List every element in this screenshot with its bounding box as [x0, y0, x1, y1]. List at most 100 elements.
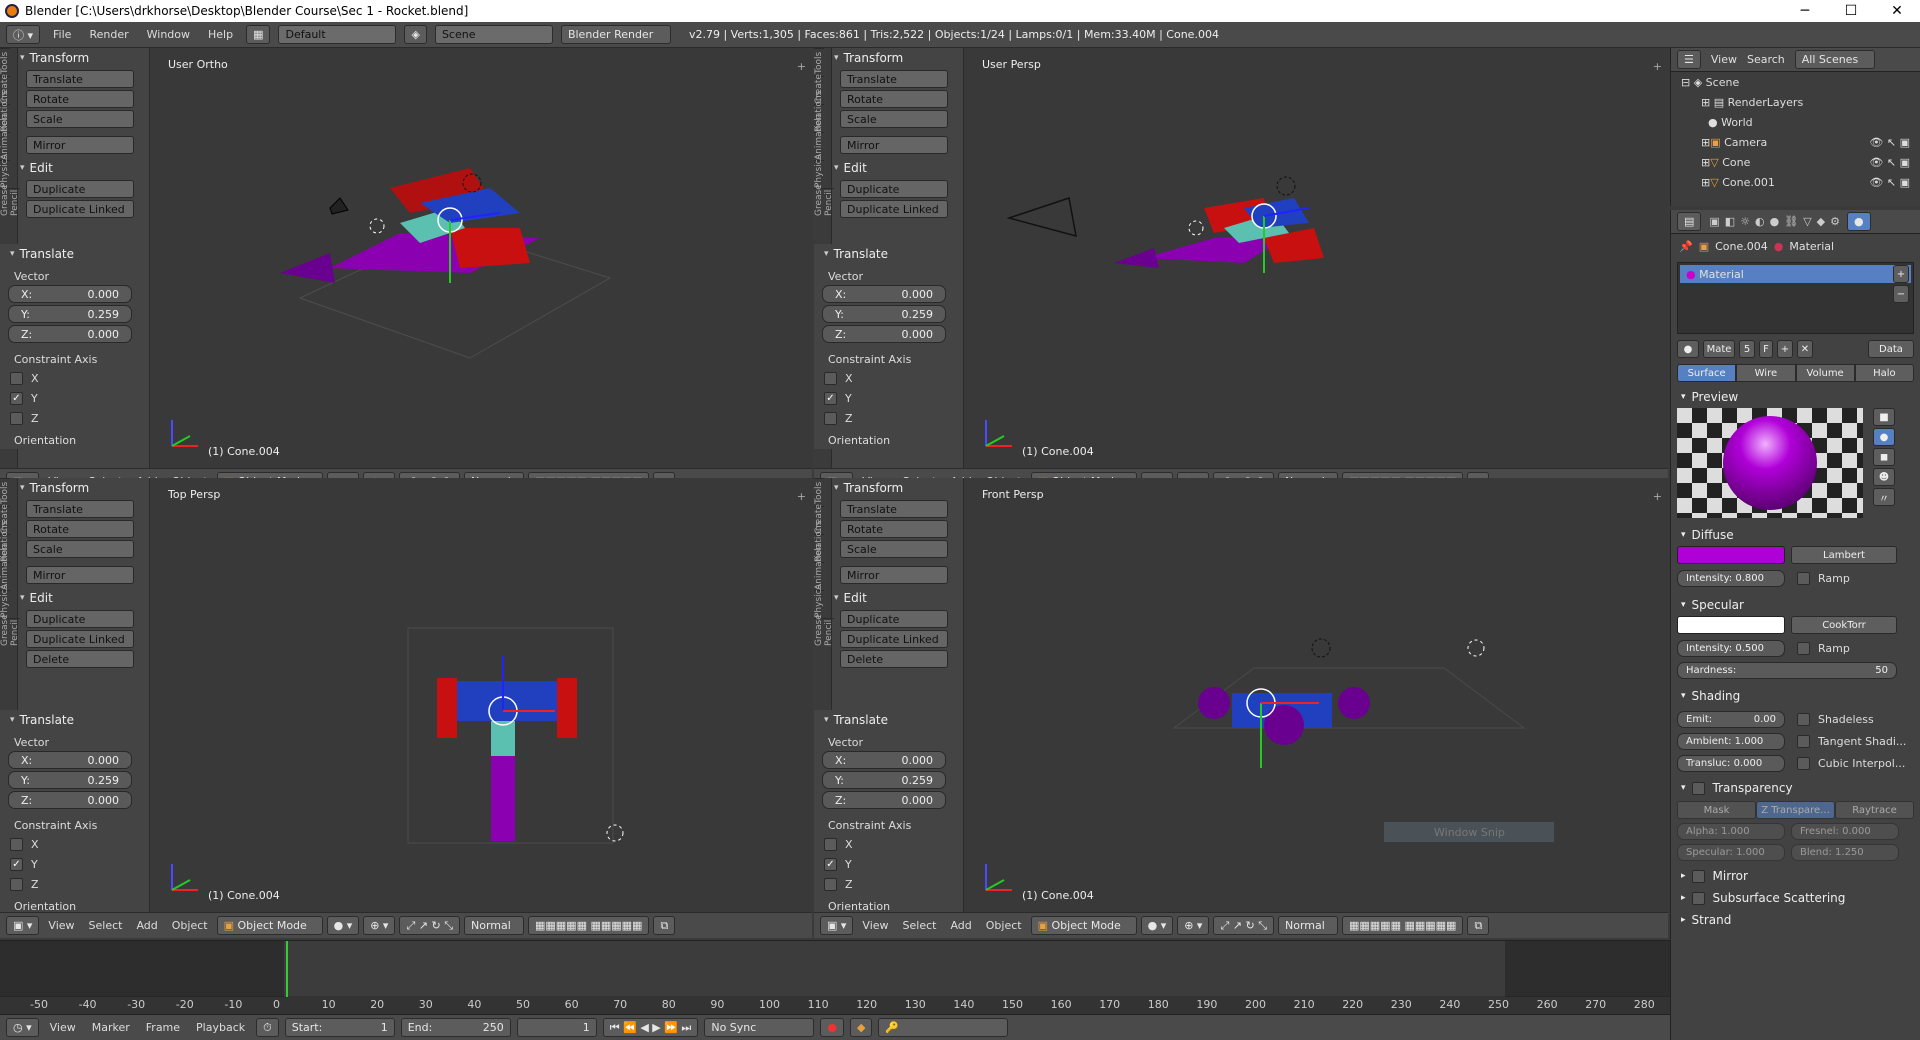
viewport-properties-toggle-icon[interactable]: +: [797, 60, 806, 73]
translucency-field[interactable]: Transluc: 0.000: [1677, 754, 1785, 772]
operator-panel-header[interactable]: Translate: [0, 710, 148, 730]
specular-intensity-field[interactable]: Intensity: 0.500: [1677, 639, 1785, 657]
add-menu[interactable]: Add: [131, 919, 162, 932]
editor-type-button[interactable]: ⓘ ▾: [6, 25, 41, 44]
pin-icon[interactable]: 📌: [1679, 240, 1693, 253]
manipulator-toggles[interactable]: ⤢ ↗ ↻ ⤡: [1213, 916, 1274, 935]
view-menu[interactable]: View: [43, 919, 79, 932]
viewport-scene[interactable]: Window Snip: [964, 478, 1668, 912]
mirror-button[interactable]: Mirror: [26, 566, 134, 584]
duplicate-button[interactable]: Duplicate: [840, 180, 948, 198]
vector-z-field[interactable]: Z: 0.000: [822, 325, 946, 343]
select-menu[interactable]: Select: [898, 919, 942, 932]
viewport-scene[interactable]: [150, 48, 812, 468]
transform-orientation-select[interactable]: Normal: [464, 916, 524, 935]
edit-panel-header[interactable]: Edit: [834, 588, 956, 608]
timeline-playback-menu[interactable]: Playback: [191, 1021, 250, 1034]
transform-panel-header[interactable]: Transform: [834, 478, 956, 498]
tab-wire[interactable]: Wire: [1736, 364, 1796, 382]
diffuse-shader-select[interactable]: Lambert: [1791, 546, 1897, 564]
cubic-interpolation-checkbox[interactable]: Cubic Interpol...: [1797, 753, 1905, 773]
tab-halo[interactable]: Halo: [1854, 364, 1914, 382]
record-button[interactable]: ●: [820, 1018, 844, 1037]
3d-view-area[interactable]: User Persp (1) Cone.004 +: [964, 48, 1668, 468]
section-specular[interactable]: Specular: [1671, 594, 1920, 616]
add-slot-button[interactable]: +: [1893, 265, 1909, 283]
scale-button[interactable]: Scale: [26, 540, 134, 558]
material-slot[interactable]: ● Material: [1680, 265, 1911, 283]
translate-button[interactable]: Translate: [26, 500, 134, 518]
rocket-model[interactable]: [280, 168, 540, 283]
playback-controls[interactable]: ⏮ ⏪ ◀ ▶ ⏩ ⏭: [602, 1018, 699, 1037]
outliner-row-camera[interactable]: ⊞ ▣ Camera 👁 ↖ ▣: [1671, 132, 1920, 152]
preview-monkey-button[interactable]: ☻: [1873, 468, 1895, 486]
viewport-properties-toggle-icon[interactable]: +: [1653, 60, 1662, 73]
viewport-user-ortho[interactable]: Tools Create Relations Animation Physics Grea…: [0, 48, 812, 494]
mirror-checkbox[interactable]: [1691, 866, 1713, 886]
rotate-button[interactable]: Rotate: [26, 90, 134, 108]
scene-icon[interactable]: ◈: [404, 25, 427, 44]
material-browse-button[interactable]: ●: [1677, 340, 1699, 358]
diffuse-color-swatch[interactable]: [1677, 546, 1785, 564]
unlink-material-button[interactable]: ✕: [1797, 340, 1813, 358]
vector-z-field[interactable]: Z: 0.000: [822, 791, 946, 809]
outliner-filter-select[interactable]: All Scenes: [1794, 50, 1875, 69]
minimize-button[interactable]: ─: [1782, 3, 1828, 19]
vector-x-field[interactable]: X: 0.000: [8, 751, 132, 769]
timeline-marker-menu[interactable]: Marker: [87, 1021, 135, 1034]
tool-tab[interactable]: Tools: [0, 48, 10, 76]
alpha-field[interactable]: Alpha: 1.000: [1677, 823, 1785, 840]
viewport-user-persp[interactable]: Tools Create Relations Animation Physics Grea…: [814, 48, 1668, 494]
3d-cursor[interactable]: [1467, 639, 1485, 657]
emit-field[interactable]: Emit: 0.00: [1677, 710, 1785, 728]
menu-render[interactable]: Render: [84, 28, 133, 41]
pivot-point-select[interactable]: ⊕ ▾: [363, 916, 396, 935]
preview-range-button[interactable]: ⏱: [256, 1018, 279, 1037]
close-button[interactable]: ✕: [1874, 3, 1920, 19]
3d-view-area[interactable]: User Ortho (1) Cone.004 +: [150, 48, 812, 468]
outliner-editor-icon[interactable]: ☰: [1677, 50, 1701, 69]
link-data-select[interactable]: Data: [1868, 340, 1914, 358]
object-menu[interactable]: Object: [981, 919, 1027, 932]
rocket-model[interactable]: [1114, 198, 1324, 268]
lamp-icon[interactable]: [1276, 176, 1296, 196]
constraint-x-checkbox[interactable]: X: [10, 834, 148, 854]
menu-window[interactable]: Window: [142, 28, 195, 41]
specular-ramp-checkbox[interactable]: Ramp: [1797, 638, 1850, 658]
start-frame-field[interactable]: Start: 1: [284, 1018, 395, 1037]
pivot-point-select[interactable]: ⊕ ▾: [1177, 916, 1210, 935]
duplicate-linked-button[interactable]: Duplicate Linked: [26, 630, 134, 648]
viewport-properties-toggle-icon[interactable]: +: [797, 490, 806, 503]
timeline[interactable]: -50 -40 -30 -20 -10 0 10 20 30 40 50 60 70 80 90 100 110…: [0, 940, 1670, 1014]
constraint-z-checkbox[interactable]: Z: [824, 408, 962, 428]
outliner-view-menu[interactable]: View: [1711, 53, 1737, 66]
layer-buttons[interactable]: ▦▦▦▦▦ ▦▦▦▦▦: [528, 916, 650, 935]
tool-tab[interactable]: Grease Pencil: [0, 184, 20, 216]
preview-flat-button[interactable]: ■: [1873, 408, 1895, 426]
preview-sphere-button[interactable]: ●: [1873, 428, 1895, 446]
rocket-model[interactable]: [1198, 687, 1370, 745]
vector-z-field[interactable]: Z: 0.000: [8, 791, 132, 809]
3d-cursor[interactable]: [606, 824, 624, 842]
section-strand[interactable]: Strand: [1671, 909, 1920, 931]
layer-buttons[interactable]: ▦▦▦▦▦ ▦▦▦▦▦: [1342, 916, 1464, 935]
maximize-button[interactable]: ☐: [1828, 3, 1874, 19]
translate-button[interactable]: Translate: [840, 70, 948, 88]
section-preview[interactable]: Preview: [1671, 386, 1920, 408]
vector-z-field[interactable]: Z: 0.000: [8, 325, 132, 343]
current-frame-marker[interactable]: [286, 941, 288, 997]
translate-button[interactable]: Translate: [26, 70, 134, 88]
keying-set-button[interactable]: ◆: [849, 1018, 873, 1037]
mirror-button[interactable]: Mirror: [26, 136, 134, 154]
rocket-model[interactable]: [437, 678, 577, 841]
tab-surface[interactable]: Surface: [1677, 364, 1737, 382]
timeline-editor-icon[interactable]: ◷ ▾: [6, 1018, 39, 1037]
viewport-shading-select[interactable]: ● ▾: [1140, 916, 1174, 935]
3d-view-area[interactable]: Window Snip Front Persp (1) Cone.004 +: [964, 478, 1668, 912]
section-mirror[interactable]: Mirror: [1671, 865, 1920, 887]
rotate-button[interactable]: Rotate: [26, 520, 134, 538]
transparency-mask-tab[interactable]: Mask: [1677, 801, 1756, 819]
lamp-icon[interactable]: [1311, 638, 1331, 658]
viewport-properties-toggle-icon[interactable]: +: [1653, 490, 1662, 503]
manipulator-toggles[interactable]: ⤢ ↗ ↻ ⤡: [399, 916, 460, 935]
